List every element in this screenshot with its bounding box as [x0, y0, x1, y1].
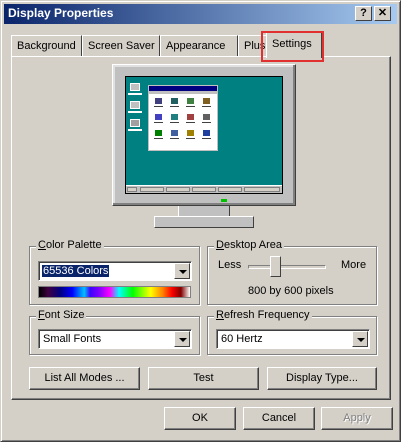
display-type-button[interactable]: Display Type...	[267, 367, 377, 390]
refresh-frequency-select[interactable]: 60 Hertz	[216, 329, 370, 349]
settings-tab-highlight	[261, 31, 324, 62]
preview-label	[154, 122, 163, 123]
monitor-bezel	[112, 64, 296, 206]
preview-label	[186, 106, 195, 107]
folder-icon	[171, 130, 178, 136]
window-title: Display Properties	[8, 6, 114, 20]
preview-label	[154, 106, 163, 107]
color-spectrum-bar	[38, 286, 191, 298]
font-size-group: Font Size Small Fonts	[29, 309, 200, 355]
preview-label	[202, 122, 211, 123]
preview-label	[186, 138, 195, 139]
color-palette-select[interactable]: 65536 Colors	[38, 261, 192, 281]
font-size-label: Font Size	[36, 309, 87, 321]
preview-task-button	[218, 187, 242, 192]
folder-icon	[155, 130, 162, 136]
test-label: Test	[193, 372, 214, 384]
preview-label	[202, 138, 211, 139]
list-all-modes-label: List All Modes ...	[44, 372, 125, 384]
tab-appearance[interactable]: Appearance	[160, 35, 238, 57]
cancel-button[interactable]: Cancel	[243, 407, 315, 430]
font-size-value: Small Fonts	[43, 333, 102, 345]
refresh-frequency-group: Refresh Frequency 60 Hertz	[207, 309, 377, 355]
color-palette-value: 65536 Colors	[40, 264, 111, 278]
preview-task-button	[244, 187, 280, 192]
desktop-preview-screen	[125, 76, 283, 194]
font-size-select[interactable]: Small Fonts	[38, 329, 192, 349]
preview-label	[154, 138, 163, 139]
ok-button[interactable]: OK	[164, 407, 236, 430]
preview-task-button	[166, 187, 190, 192]
desktop-area-group: Desktop Area Less More 800 by 600 pixels	[207, 239, 377, 305]
preview-label	[170, 106, 179, 107]
my-computer-icon	[130, 83, 140, 91]
desktop-icon-label	[128, 93, 142, 95]
preview-window-menubar	[149, 91, 217, 94]
display-properties-window: Display Properties ? ✕ Background Screen…	[0, 0, 401, 442]
tab-strip: Background Screen Saver Appearance Plus!…	[11, 31, 391, 58]
ok-label: OK	[192, 412, 208, 424]
chevron-down-icon[interactable]	[174, 263, 190, 279]
preview-label	[170, 138, 179, 139]
color-palette-group: Color Palette 65536 Colors	[29, 239, 200, 305]
folder-icon	[203, 98, 210, 104]
resolution-text: 800 by 600 pixels	[248, 285, 334, 297]
less-label: Less	[218, 259, 242, 271]
folder-icon	[187, 98, 194, 104]
apply-label: Apply	[343, 412, 371, 424]
folder-icon	[203, 130, 210, 136]
help-button[interactable]: ?	[355, 6, 372, 21]
preview-label	[202, 106, 211, 107]
folder-icon	[155, 114, 162, 120]
folder-icon	[171, 98, 178, 104]
close-button[interactable]: ✕	[374, 6, 391, 21]
test-button[interactable]: Test	[148, 367, 259, 390]
power-led-icon	[221, 199, 227, 202]
desktop-area-slider-thumb[interactable]	[270, 256, 282, 277]
cancel-label: Cancel	[261, 412, 297, 424]
desktop-area-label: Desktop Area	[214, 239, 285, 251]
folder-icon	[155, 98, 162, 104]
chevron-down-icon[interactable]	[352, 331, 368, 347]
folder-icon	[187, 130, 194, 136]
color-palette-label: Color Palette	[36, 239, 104, 251]
folder-icon	[203, 114, 210, 120]
recycle-bin-icon	[130, 119, 140, 127]
folder-icon	[171, 114, 178, 120]
folder-icon	[187, 114, 194, 120]
monitor-neck	[178, 206, 230, 216]
refresh-frequency-value: 60 Hertz	[221, 333, 263, 345]
preview-label	[186, 122, 195, 123]
desktop-icon-label	[128, 129, 142, 131]
preview-window	[148, 85, 218, 151]
settings-panel: Color Palette 65536 Colors Desktop Area …	[11, 56, 391, 400]
desktop-icon-label	[128, 111, 142, 113]
tab-background[interactable]: Background	[11, 35, 82, 57]
preview-start-button	[127, 187, 137, 192]
preview-task-button	[140, 187, 164, 192]
preview-label	[170, 122, 179, 123]
network-icon	[130, 101, 140, 109]
apply-button[interactable]: Apply	[321, 407, 393, 430]
tab-screen-saver[interactable]: Screen Saver	[82, 35, 160, 57]
more-label: More	[341, 259, 367, 271]
display-type-label: Display Type...	[286, 372, 358, 384]
chevron-down-icon[interactable]	[174, 331, 190, 347]
refresh-frequency-label: Refresh Frequency	[214, 309, 312, 321]
preview-taskbar	[126, 185, 282, 193]
title-bar[interactable]: Display Properties ? ✕	[4, 4, 397, 24]
monitor-base	[154, 216, 254, 228]
preview-task-button	[192, 187, 216, 192]
list-all-modes-button[interactable]: List All Modes ...	[29, 367, 140, 390]
desktop-area-slider-track[interactable]	[248, 265, 326, 269]
monitor-preview	[112, 64, 296, 234]
